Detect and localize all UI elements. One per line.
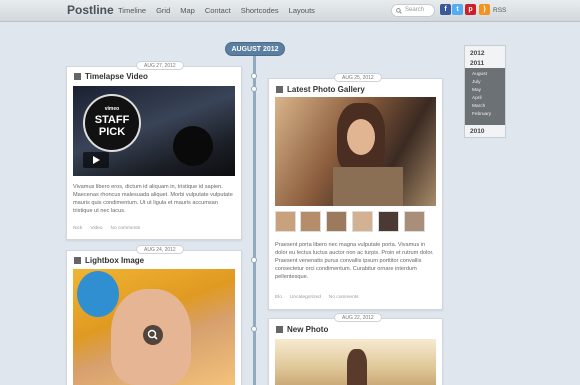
video-thumbnail[interactable]: vimeo STAFF PICK xyxy=(73,86,235,176)
gallery-thumb-2[interactable] xyxy=(300,211,321,232)
blue-flower xyxy=(77,271,119,317)
archive-month-april[interactable]: April xyxy=(472,96,482,101)
post-date: AUG 25, 2012 xyxy=(334,73,382,82)
archive-months: August July May April March February xyxy=(465,68,505,125)
category-link[interactable]: Video xyxy=(90,226,102,231)
timeline-dot xyxy=(251,86,257,92)
gallery-thumb-6[interactable] xyxy=(404,211,425,232)
post-date: AUG 24, 2012 xyxy=(136,245,184,254)
month-marker: AUGUST 2012 xyxy=(225,42,285,56)
archive-month-august[interactable]: August xyxy=(472,72,487,77)
search-input[interactable]: Search xyxy=(391,4,435,17)
magnifier-icon xyxy=(147,329,158,340)
timeline-dot xyxy=(251,326,257,332)
gallery-thumb-3[interactable] xyxy=(326,211,347,232)
category-link[interactable]: Uncategorized xyxy=(290,295,321,300)
archive-month-may[interactable]: May xyxy=(472,88,481,93)
new-photo-image[interactable] xyxy=(275,339,436,385)
post-title[interactable]: Lightbox Image xyxy=(74,256,144,265)
post-title[interactable]: New Photo xyxy=(276,325,328,334)
author-link[interactable]: Nick xyxy=(73,226,82,231)
archive-year-2011[interactable]: 2011 xyxy=(470,60,484,67)
facebook-icon[interactable]: f xyxy=(440,4,451,15)
lightbox-image[interactable] xyxy=(73,269,235,385)
image-icon xyxy=(74,257,81,264)
archive-month-february[interactable]: February xyxy=(472,112,491,117)
archive-widget: 2012 2011 August July May April March Fe… xyxy=(464,45,506,138)
tree-silhouette xyxy=(173,126,213,166)
top-navigation-bar: Postline Timeline Grid Map Contact Short… xyxy=(0,0,580,22)
image-icon xyxy=(276,326,283,333)
archive-year-2010[interactable]: 2010 xyxy=(470,128,484,135)
staff-pick-badge: vimeo STAFF PICK xyxy=(83,94,141,152)
gallery-thumb-4[interactable] xyxy=(352,211,373,232)
nav-map[interactable]: Map xyxy=(180,6,195,15)
timeline-dot xyxy=(251,257,257,263)
rss-icon[interactable]: ) xyxy=(479,4,490,15)
main-menu: Timeline Grid Map Contact Shortcodes Lay… xyxy=(118,6,325,15)
archive-year-2012[interactable]: 2012 xyxy=(470,50,484,57)
post-excerpt: Praesent porta libero nec magna vulputat… xyxy=(275,242,434,280)
post-title[interactable]: Latest Photo Gallery xyxy=(276,85,365,94)
post-date: AUG 22, 2012 xyxy=(334,313,382,322)
post-title[interactable]: Timelapse Video xyxy=(74,72,148,81)
nav-contact[interactable]: Contact xyxy=(205,6,231,15)
gallery-thumb-5[interactable] xyxy=(378,211,399,232)
nav-layouts[interactable]: Layouts xyxy=(289,6,315,15)
post-meta: Nick Video No comments xyxy=(73,226,140,231)
archive-month-july[interactable]: July xyxy=(472,80,481,85)
subject-figure xyxy=(347,349,367,385)
timeline-dot xyxy=(251,73,257,79)
post-excerpt: Vivamus libero eros, dictum id aliquam i… xyxy=(73,184,233,214)
subject-face xyxy=(347,119,375,155)
search-placeholder: Search xyxy=(405,7,425,13)
gallery-main-image[interactable] xyxy=(275,97,436,206)
site-logo[interactable]: Postline xyxy=(67,3,114,17)
comments-link[interactable]: No comments xyxy=(329,295,359,300)
nav-timeline[interactable]: Timeline xyxy=(118,6,146,15)
post-date: AUG 27, 2012 xyxy=(136,61,184,70)
gallery-thumb-1[interactable] xyxy=(275,211,296,232)
video-icon xyxy=(74,73,81,80)
nav-shortcodes[interactable]: Shortcodes xyxy=(241,6,279,15)
author-link[interactable]: Elo xyxy=(275,295,282,300)
archive-month-march[interactable]: March xyxy=(472,104,485,109)
zoom-button[interactable] xyxy=(143,325,163,345)
gallery-icon xyxy=(276,86,283,93)
nav-grid[interactable]: Grid xyxy=(156,6,170,15)
timeline-spine xyxy=(253,50,256,385)
subject-shoulder xyxy=(333,167,403,206)
rss-link[interactable]: RSS xyxy=(493,7,506,14)
play-button[interactable] xyxy=(83,152,109,168)
pinterest-icon[interactable]: p xyxy=(465,4,476,15)
post-meta: Elo Uncategorized No comments xyxy=(275,295,358,300)
comments-link[interactable]: No comments xyxy=(111,226,141,231)
twitter-icon[interactable]: t xyxy=(452,4,463,15)
search-icon xyxy=(396,8,402,14)
play-icon xyxy=(93,156,100,164)
